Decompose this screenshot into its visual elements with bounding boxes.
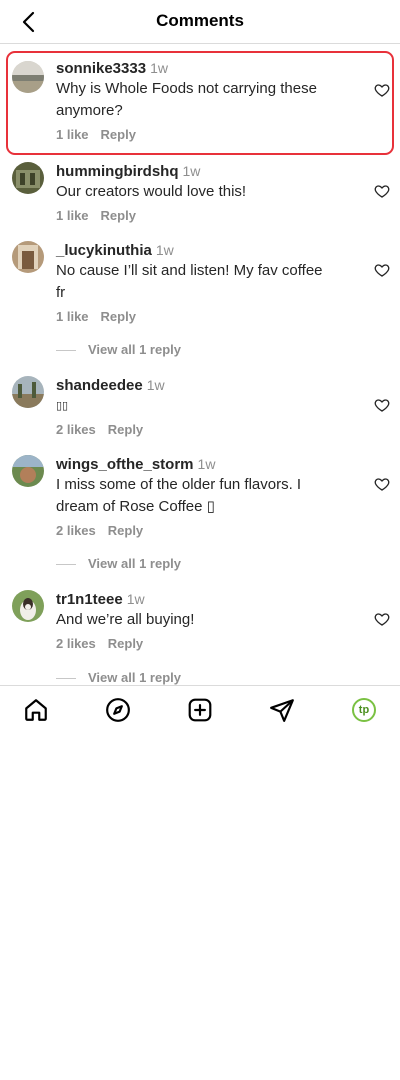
like-count[interactable]: 1 like bbox=[56, 208, 89, 223]
comment-text-line: Why is Whole Foods not carrying these bbox=[56, 80, 317, 97]
comment-actions: 2 likes Reply bbox=[56, 422, 356, 437]
heart-icon[interactable] bbox=[374, 476, 390, 492]
comment-username[interactable]: shandeedee bbox=[56, 377, 143, 394]
header-bar: Comments bbox=[0, 0, 400, 44]
avatar[interactable] bbox=[12, 376, 44, 408]
avatar[interactable] bbox=[12, 590, 44, 622]
heart-icon[interactable] bbox=[374, 262, 390, 278]
comments-screen: Comments sonnike3333 1w Why is Whole Foo… bbox=[0, 0, 400, 1080]
heart-icon[interactable] bbox=[374, 611, 390, 627]
heart-icon[interactable] bbox=[374, 397, 390, 413]
home-icon bbox=[25, 699, 47, 721]
view-replies-label: View all 1 reply bbox=[88, 342, 181, 357]
comment-timestamp: 1w bbox=[182, 163, 201, 179]
create-plus-icon bbox=[188, 698, 212, 722]
comment-timestamp: 1w bbox=[155, 242, 174, 258]
nav-explore[interactable] bbox=[104, 696, 132, 724]
comment-username[interactable]: sonnike3333 bbox=[56, 60, 146, 77]
comment-text: ▯▯ bbox=[56, 395, 356, 417]
avatar[interactable] bbox=[12, 241, 44, 273]
direct-send-icon bbox=[270, 699, 294, 722]
nav-profile[interactable]: tp bbox=[350, 696, 378, 724]
comment-text: And we’re all buying! bbox=[56, 609, 356, 631]
like-count[interactable]: 2 likes bbox=[56, 422, 96, 437]
comment-timestamp: 1w bbox=[150, 60, 168, 76]
comment-username[interactable]: _lucykinuthia bbox=[56, 242, 152, 259]
bottom-nav: tp bbox=[0, 685, 400, 733]
comment-username[interactable]: hummingbirdshq bbox=[56, 163, 179, 180]
comment-body: sonnike3333 1w Why is Whole Foods not car… bbox=[56, 59, 356, 142]
like-count[interactable]: 1 like bbox=[56, 127, 89, 142]
comment-body: shandeedee 1w ▯▯ 2 likes Reply bbox=[56, 376, 356, 437]
comment-actions: 1 like Reply bbox=[56, 208, 356, 223]
avatar[interactable] bbox=[12, 455, 44, 487]
comment-text-line: No cause I’ll sit and listen! My fav cof… bbox=[56, 262, 323, 279]
comment-body: tr1n1teee 1w And we’re all buying! 2 like… bbox=[56, 590, 356, 651]
comment-text-line: ▯▯ bbox=[56, 400, 69, 412]
avatar[interactable] bbox=[12, 162, 44, 194]
nav-home[interactable] bbox=[22, 696, 50, 724]
view-replies-link[interactable]: View all 1 reply bbox=[56, 670, 181, 685]
like-count[interactable]: 1 like bbox=[56, 309, 89, 324]
view-replies-label: View all 1 reply bbox=[88, 670, 181, 685]
comment-body: hummingbirdshq 1w Our creators would love… bbox=[56, 162, 356, 223]
view-replies-label: View all 1 reply bbox=[88, 556, 181, 571]
heart-icon[interactable] bbox=[374, 82, 390, 98]
profile-initials: tp bbox=[358, 704, 370, 716]
comment-timestamp: 1w bbox=[146, 377, 165, 393]
comment-text-line: dream of Rose Coffee ▯ bbox=[56, 498, 215, 515]
comment-actions: 1 like Reply bbox=[56, 127, 356, 142]
comments-list: sonnike3333 1w Why is Whole Foods not car… bbox=[0, 45, 400, 685]
comment-text-line: fr bbox=[56, 284, 66, 301]
comment-username[interactable]: wings_ofthe_storm bbox=[56, 456, 194, 473]
comment-text-line: Our creators would love this! bbox=[56, 183, 247, 200]
reply-button[interactable]: Reply bbox=[108, 422, 143, 437]
comment-body: wings_ofthe_storm 1w I miss some of the o… bbox=[56, 455, 356, 538]
comment-text-line: And we’re all buying! bbox=[56, 611, 195, 628]
comment-text: Why is Whole Foods not carrying these an… bbox=[56, 78, 356, 122]
view-replies-link[interactable]: View all 1 reply bbox=[56, 342, 181, 358]
profile-avatar-icon: tp bbox=[352, 698, 376, 722]
comment-actions: 2 likes Reply bbox=[56, 523, 356, 538]
reply-button[interactable]: Reply bbox=[101, 127, 136, 142]
explore-compass-icon bbox=[106, 698, 130, 722]
reply-button[interactable]: Reply bbox=[101, 208, 136, 223]
like-count[interactable]: 2 likes bbox=[56, 523, 96, 538]
reply-button[interactable]: Reply bbox=[101, 309, 136, 324]
nav-create[interactable] bbox=[186, 696, 214, 724]
comment-text-line: anymore? bbox=[56, 102, 123, 119]
nav-direct[interactable] bbox=[268, 696, 296, 724]
divider bbox=[56, 678, 76, 680]
divider bbox=[56, 350, 76, 352]
comment-username[interactable]: tr1n1teee bbox=[56, 591, 123, 608]
view-replies-link[interactable]: View all 1 reply bbox=[56, 556, 181, 572]
comment-text: I miss some of the older fun flavors. I … bbox=[56, 474, 356, 518]
comment-timestamp: 1w bbox=[126, 591, 145, 607]
comment-actions: 2 likes Reply bbox=[56, 636, 356, 651]
comment-text-line: I miss some of the older fun flavors. I bbox=[56, 476, 302, 493]
page-title: Comments bbox=[156, 11, 244, 30]
comment-actions: 1 like Reply bbox=[56, 309, 356, 324]
reply-button[interactable]: Reply bbox=[108, 636, 143, 651]
comment-timestamp: 1w bbox=[197, 456, 216, 472]
comment-text: No cause I’ll sit and listen! My fav cof… bbox=[56, 260, 356, 304]
heart-icon[interactable] bbox=[374, 183, 390, 199]
comment-text: Our creators would love this! bbox=[56, 181, 356, 203]
reply-button[interactable]: Reply bbox=[108, 523, 143, 538]
divider bbox=[56, 564, 76, 566]
like-count[interactable]: 2 likes bbox=[56, 636, 96, 651]
avatar[interactable] bbox=[12, 61, 44, 93]
comment-body: _lucykinuthia 1w No cause I’ll sit and li… bbox=[56, 241, 356, 324]
